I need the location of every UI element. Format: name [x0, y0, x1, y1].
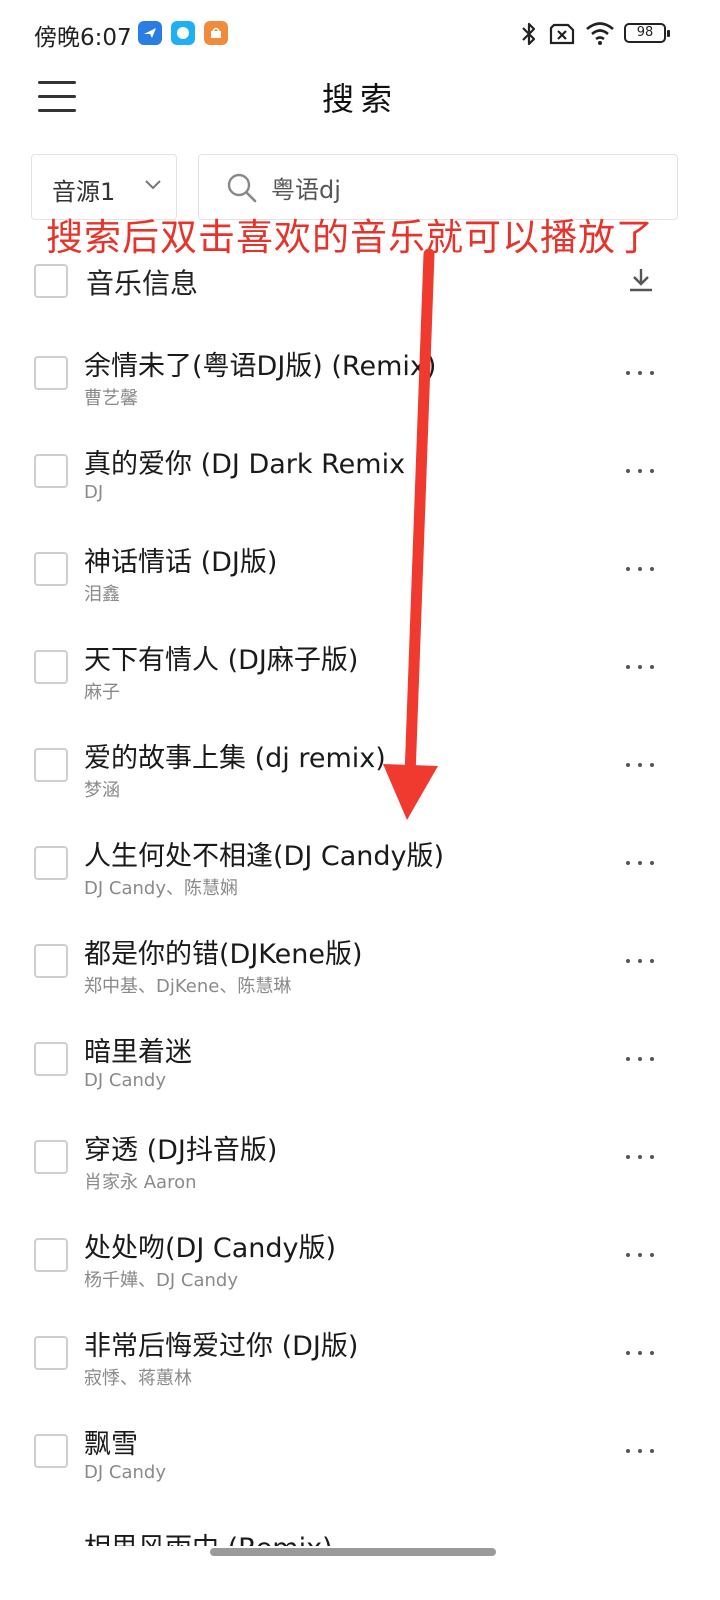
home-indicator[interactable] — [210, 1548, 496, 1556]
annotation-arrow — [383, 248, 438, 820]
